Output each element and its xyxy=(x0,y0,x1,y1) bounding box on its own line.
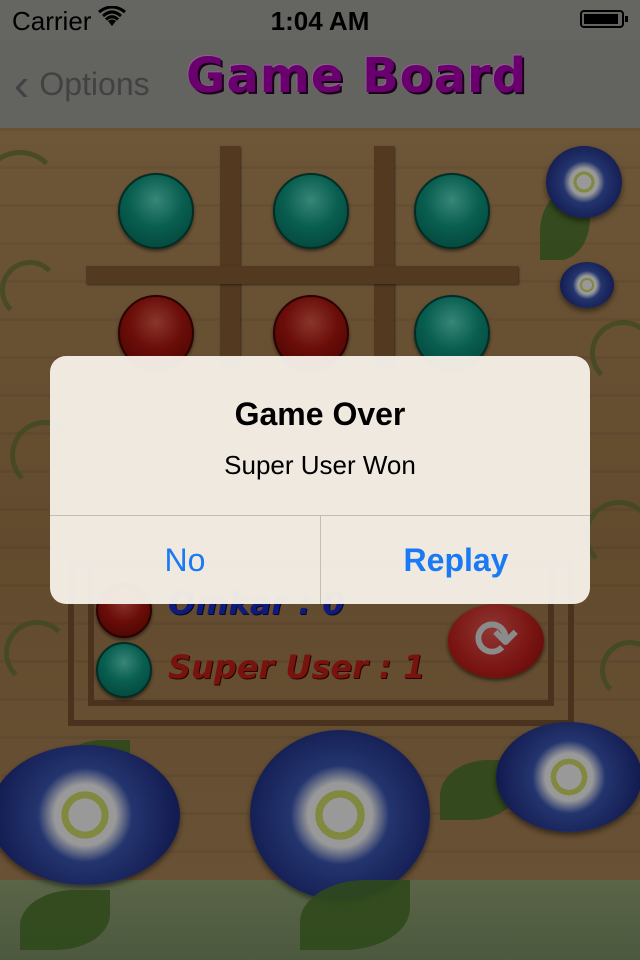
alert-title: Game Over xyxy=(234,396,406,432)
alert-message: Super User Won xyxy=(224,450,416,480)
game-over-alert: Game Over Super User Won No Replay xyxy=(50,356,590,604)
no-button[interactable]: No xyxy=(50,516,320,604)
replay-button[interactable]: Replay xyxy=(321,516,590,604)
